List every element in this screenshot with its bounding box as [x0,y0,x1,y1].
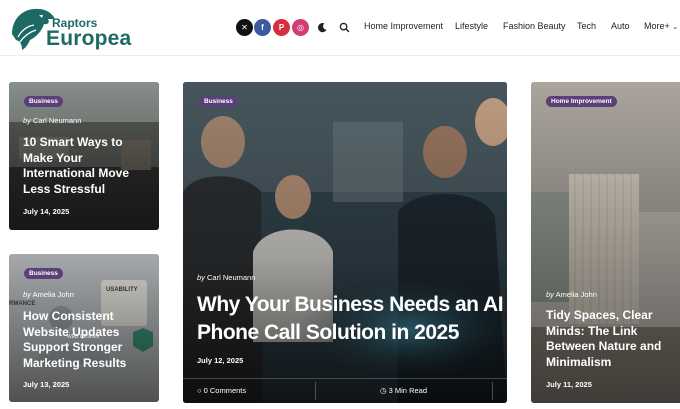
logo-text-bottom: Europea [46,27,132,50]
nav-lifestyle[interactable]: Lifestyle [455,21,488,31]
author-byline: by Carl Neumann [23,116,82,125]
article-title[interactable]: 10 Smart Ways to Make Your International… [23,135,155,197]
article-card[interactable]: Business by Carl Neumann 10 Smart Ways t… [9,82,159,230]
comments-link[interactable]: ○ 0 Comments [197,386,246,395]
article-title[interactable]: Why Your Business Needs an AI Phone Call… [197,291,505,347]
chevron-down-icon: ⌄ [672,24,679,31]
article-date: July 13, 2025 [23,380,70,389]
category-badge[interactable]: Business [24,96,63,107]
site-logo[interactable]: Raptors Europea [8,4,131,52]
nav-fashion-beauty[interactable]: Fashion Beauty [503,21,566,31]
author-byline: by Carl Neumann [197,273,256,282]
category-badge[interactable]: Home Improvement [546,96,617,107]
article-card[interactable]: Home Improvement by Amelia John Tidy Spa… [531,82,680,403]
featured-article-card[interactable]: Business by Carl Neumann Why Your Busine… [183,82,507,403]
category-badge[interactable]: Business [24,268,63,279]
site-header: Raptors Europea ✕ f P ◎ Home Improvement… [0,0,680,56]
card-meta-divider [183,378,507,379]
author-name[interactable]: Amelia John [556,290,597,299]
pinterest-icon[interactable]: P [273,19,290,36]
nav-home-improvement[interactable]: Home Improvement [364,21,443,31]
dark-mode-toggle-icon[interactable] [314,19,331,36]
article-title[interactable]: How Consistent Website Updates Support S… [23,309,159,371]
instagram-icon[interactable]: ◎ [292,19,309,36]
nav-tech[interactable]: Tech [577,21,596,31]
author-name[interactable]: Amelia John [33,290,74,299]
nav-more[interactable]: More+ ⌄ [644,21,678,31]
category-badge[interactable]: Business [199,96,238,107]
author-name[interactable]: Carl Neumann [33,116,81,125]
search-icon[interactable] [336,19,353,36]
comment-icon: ○ [197,386,202,395]
article-date: July 14, 2025 [23,207,70,216]
clock-icon: ◷ [380,386,387,395]
article-date: July 11, 2025 [546,380,592,389]
author-byline: by Amelia John [546,290,597,299]
x-icon[interactable]: ✕ [236,19,253,36]
nav-auto[interactable]: Auto [611,21,630,31]
read-time: ◷ 3 Min Read [380,386,427,395]
article-date: July 12, 2025 [197,356,244,365]
author-byline: by Amelia John [23,290,74,299]
card-meta-separator [315,382,316,400]
article-title[interactable]: Tidy Spaces, Clear Minds: The Link Betwe… [546,308,680,370]
author-name[interactable]: Carl Neumann [207,273,255,282]
image-text-right: USABILITY [106,287,138,293]
image-text-left: RMANCE [9,301,36,307]
card-meta-separator [492,382,493,400]
facebook-icon[interactable]: f [254,19,271,36]
article-card[interactable]: RMANCE USABILITY WEB DESIGN Business by … [9,254,159,402]
